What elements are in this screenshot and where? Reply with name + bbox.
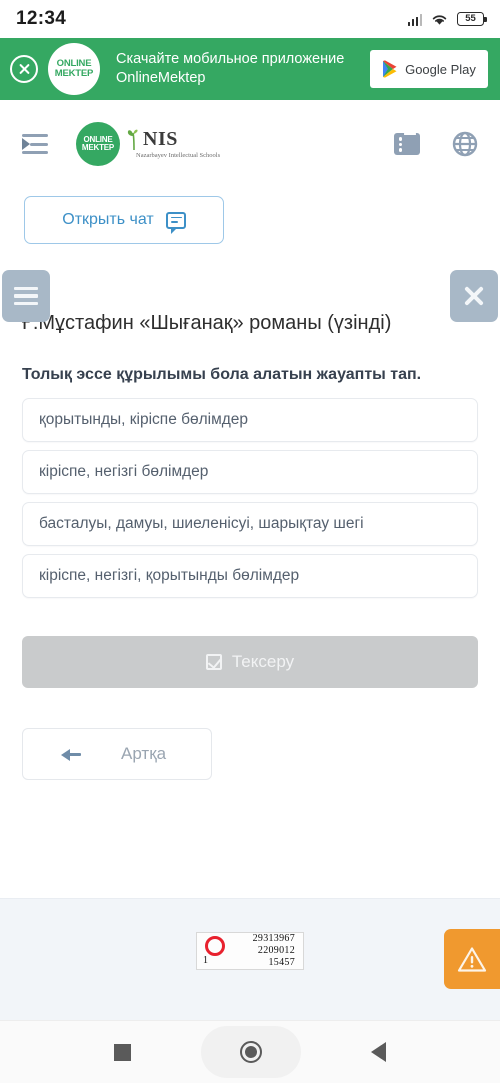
answer-options: қорытынды, кіріспе бөлімдер кіріспе, нег… bbox=[22, 398, 478, 599]
back-button[interactable]: Артқа bbox=[22, 728, 212, 781]
checkbox-checked-icon bbox=[205, 654, 222, 671]
back-button-label: Артқа bbox=[121, 744, 167, 764]
nis-logo-top: NIS bbox=[126, 128, 178, 151]
counter-rank: 1 bbox=[203, 955, 208, 966]
google-play-icon bbox=[383, 60, 397, 78]
counter-values: 29313967 2209012 15457 bbox=[253, 933, 299, 968]
google-play-button[interactable]: Google Play bbox=[370, 50, 488, 88]
recents-square-icon[interactable] bbox=[114, 1043, 131, 1061]
arrow-left-icon bbox=[61, 747, 81, 761]
indent-menu-icon[interactable] bbox=[22, 134, 48, 154]
question-text: Толық эссе құрылымы бола алатын жауапты … bbox=[22, 366, 422, 383]
phone-screen: 12:34 55 ONLINE MEKTEP Скачайте мобильно… bbox=[0, 0, 500, 1083]
counter-value: 15457 bbox=[268, 956, 295, 968]
nis-wordmark: NIS bbox=[143, 127, 178, 150]
nis-logo: NIS Nazarbayev Intellectual Schools bbox=[124, 128, 220, 160]
wifi-icon bbox=[432, 14, 447, 25]
nis-sprout-icon bbox=[127, 129, 138, 150]
status-clock: 12:34 bbox=[16, 8, 67, 29]
header-actions bbox=[394, 131, 478, 157]
close-x-icon bbox=[463, 285, 485, 307]
lesson-toolbar bbox=[0, 270, 500, 326]
globe-language-icon[interactable] bbox=[452, 131, 478, 157]
android-nav-bar bbox=[0, 1020, 500, 1083]
red-circle-icon bbox=[205, 936, 225, 956]
banner-text: Скачайте мобильное приложение OnlineMekt… bbox=[116, 50, 345, 86]
status-bar: 12:34 55 bbox=[0, 0, 500, 38]
home-circle-icon bbox=[240, 1041, 262, 1063]
back-triangle-icon[interactable] bbox=[371, 1042, 386, 1062]
visit-counter-widget[interactable]: 1 29313967 2209012 15457 bbox=[196, 932, 304, 970]
report-problem-button[interactable] bbox=[444, 929, 500, 989]
check-answer-label: Тексеру bbox=[231, 652, 295, 672]
option-item[interactable]: басталуы, дамуы, шиеленісуі, шарықтау ше… bbox=[22, 502, 478, 547]
battery-icon: 55 bbox=[457, 12, 487, 26]
onlinemektep-banner-logo: ONLINE MEKTEP bbox=[48, 43, 100, 95]
counter-value: 2209012 bbox=[257, 945, 295, 957]
hamburger-icon bbox=[14, 287, 38, 305]
lesson-close-button[interactable] bbox=[450, 270, 498, 322]
option-item[interactable]: кіріспе, негізгі бөлімдер bbox=[22, 450, 478, 495]
banner-logo-line2: MEKTEP bbox=[54, 68, 94, 79]
counter-value: 29313967 bbox=[252, 933, 295, 945]
counter-left: 1 bbox=[201, 935, 225, 967]
close-circle-icon[interactable] bbox=[10, 55, 38, 83]
google-play-label: Google Play bbox=[405, 61, 476, 77]
check-answer-button[interactable]: Тексеру bbox=[22, 636, 478, 689]
battery-level: 55 bbox=[465, 13, 476, 25]
brand-logos: ONLINE MEKTEP NIS Nazarbayev Intellectua… bbox=[76, 122, 220, 166]
page-footer: 1 29313967 2209012 15457 bbox=[0, 898, 500, 1020]
open-chat-button[interactable]: Открыть чат bbox=[24, 196, 224, 244]
om-logo-line2: MEKTEP bbox=[81, 143, 115, 152]
list-view-icon[interactable] bbox=[394, 133, 420, 155]
status-icons: 55 bbox=[407, 12, 487, 26]
chat-bubble-icon bbox=[165, 211, 186, 234]
option-item[interactable]: кіріспе, негізгі, қорытынды бөлімдер bbox=[22, 554, 478, 599]
home-button[interactable] bbox=[201, 1026, 301, 1078]
onlinemektep-logo[interactable]: ONLINE MEKTEP bbox=[76, 122, 120, 166]
lesson-menu-button[interactable] bbox=[2, 270, 50, 322]
signal-bars-icon bbox=[407, 13, 422, 26]
site-header: ONLINE MEKTEP NIS Nazarbayev Intellectua… bbox=[0, 100, 500, 188]
nis-subtitle: Nazarbayev Intellectual Schools bbox=[136, 151, 221, 159]
lesson-content: Ғ.Мұстафин «Шығанақ» романы (үзінді) Тол… bbox=[0, 310, 500, 781]
option-item[interactable]: қорытынды, кіріспе бөлімдер bbox=[22, 398, 478, 443]
warning-triangle-icon bbox=[457, 946, 487, 973]
chat-section: Открыть чат bbox=[0, 188, 500, 244]
open-chat-label: Открыть чат bbox=[62, 211, 154, 228]
app-download-banner: ONLINE MEKTEP Скачайте мобильное приложе… bbox=[0, 38, 500, 100]
